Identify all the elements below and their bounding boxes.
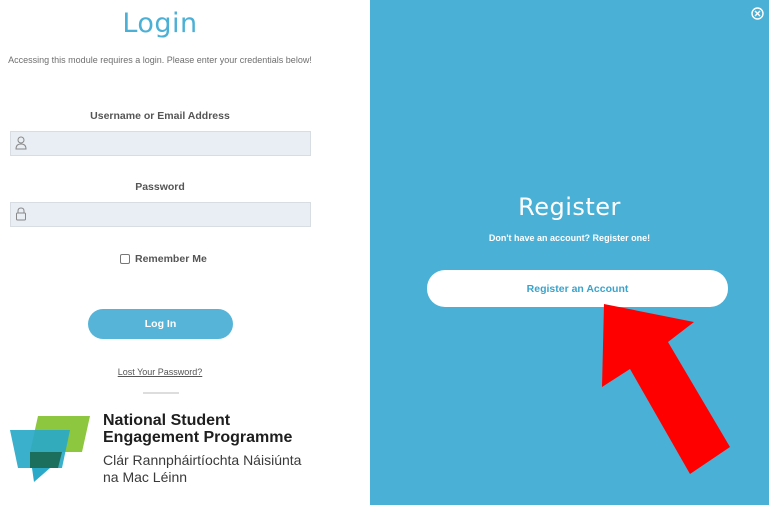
username-label: Username or Email Address xyxy=(90,110,230,122)
lock-icon xyxy=(16,207,26,221)
nsep-logo-icon xyxy=(10,416,90,482)
logo-title: National Student Engagement Programme xyxy=(103,412,293,446)
user-icon xyxy=(15,136,27,150)
login-title: Login xyxy=(122,8,198,39)
logo-title-line2: Engagement Programme xyxy=(103,428,293,446)
remember-me-label: Remember Me xyxy=(135,253,207,265)
login-register-modal: Login Accessing this module requires a l… xyxy=(0,0,769,505)
username-input[interactable] xyxy=(10,131,311,156)
red-arrow-icon xyxy=(602,304,730,474)
logo-subtitle: Clár Rannpháirtíochta Náisiúnta na Mac L… xyxy=(103,452,301,486)
login-panel: Login Accessing this module requires a l… xyxy=(0,0,370,505)
register-title: Register xyxy=(518,193,621,221)
remember-me[interactable]: Remember Me xyxy=(120,252,207,266)
password-input[interactable] xyxy=(10,202,311,227)
login-description: Accessing this module requires a login. … xyxy=(8,55,312,65)
logo-subtitle-line1: Clár Rannpháirtíochta Náisiúnta xyxy=(103,452,302,468)
lost-password-link[interactable]: Lost Your Password? xyxy=(0,367,320,377)
divider xyxy=(143,392,179,394)
register-description: Don't have an account? Register one! xyxy=(488,233,651,243)
password-label: Password xyxy=(135,181,185,193)
remember-me-checkbox[interactable] xyxy=(120,254,130,264)
close-icon[interactable] xyxy=(751,7,764,20)
logo-title-line1: National Student xyxy=(103,412,231,429)
login-button[interactable]: Log In xyxy=(88,309,233,339)
logo-subtitle-line2: na Mac Léinn xyxy=(103,469,188,485)
